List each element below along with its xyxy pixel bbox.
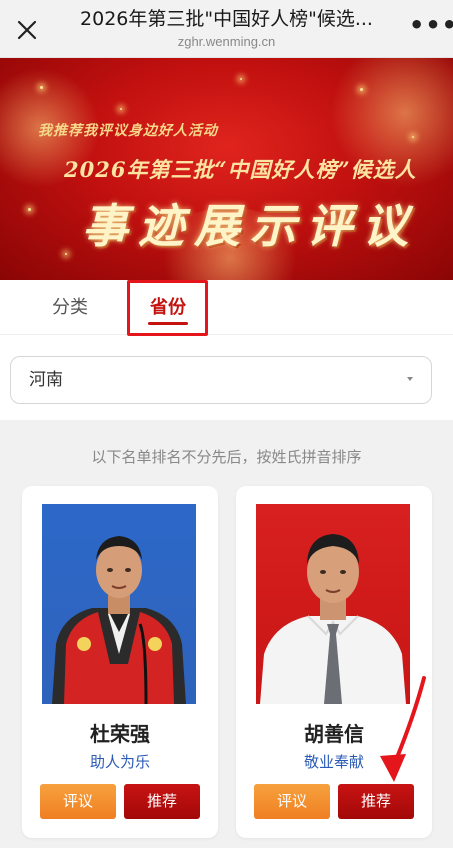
candidate-category: 敬业奉献 [303,753,364,771]
more-icon[interactable]: ••• [409,13,453,44]
tab-active-indicator [148,322,188,325]
candidate-photo[interactable] [42,504,196,704]
banner-main-title: 事迹展示评议 [82,199,418,253]
filter-area: 河南 [0,336,453,420]
candidate-card: 胡善信 敬业奉献 评议 推荐 [236,486,432,838]
tab-bar: 分类 省份 [0,280,453,335]
close-icon[interactable] [14,17,40,43]
comment-button[interactable]: 评议 [40,784,116,819]
province-select-value: 河南 [29,370,63,390]
province-select[interactable]: 河南 [10,356,432,404]
banner-subtitle: 我推荐我评议身边好人活动 [38,123,218,139]
tab-category[interactable]: 分类 [52,280,88,335]
caret-down-icon [407,377,413,381]
banner-heading: 2026年第三批“中国好人榜”候选人 [64,157,417,182]
event-banner: 我推荐我评议身边好人活动 2026年第三批“中国好人榜”候选人 事迹展示评议 [0,58,453,280]
recommend-button[interactable]: 推荐 [338,784,414,819]
candidate-name: 杜荣强 [90,722,150,746]
candidate-category: 助人为乐 [89,753,150,771]
tab-province[interactable]: 省份 [130,280,206,335]
candidate-card: 杜荣强 助人为乐 评议 推荐 [22,486,218,838]
page-title: 2026年第三批"中国好人榜"候选... [80,8,373,30]
candidate-name: 胡善信 [304,722,364,746]
recommend-button[interactable]: 推荐 [124,784,200,819]
sort-notice: 以下名单排名不分先后，按姓氏拼音排序 [91,448,362,466]
title-block: 2026年第三批"中国好人榜"候选... zghr.wenming.cn [60,6,393,51]
top-bar: 2026年第三批"中国好人榜"候选... zghr.wenming.cn ••• [0,0,453,58]
candidate-photo[interactable] [256,504,410,704]
comment-button[interactable]: 评议 [254,784,330,819]
page-domain: zghr.wenming.cn [177,34,276,49]
tab-province-label: 省份 [150,297,186,318]
candidate-list: 以下名单排名不分先后，按姓氏拼音排序 杜荣强 助人为乐 评议 推荐 胡善信 敬业… [0,420,453,848]
